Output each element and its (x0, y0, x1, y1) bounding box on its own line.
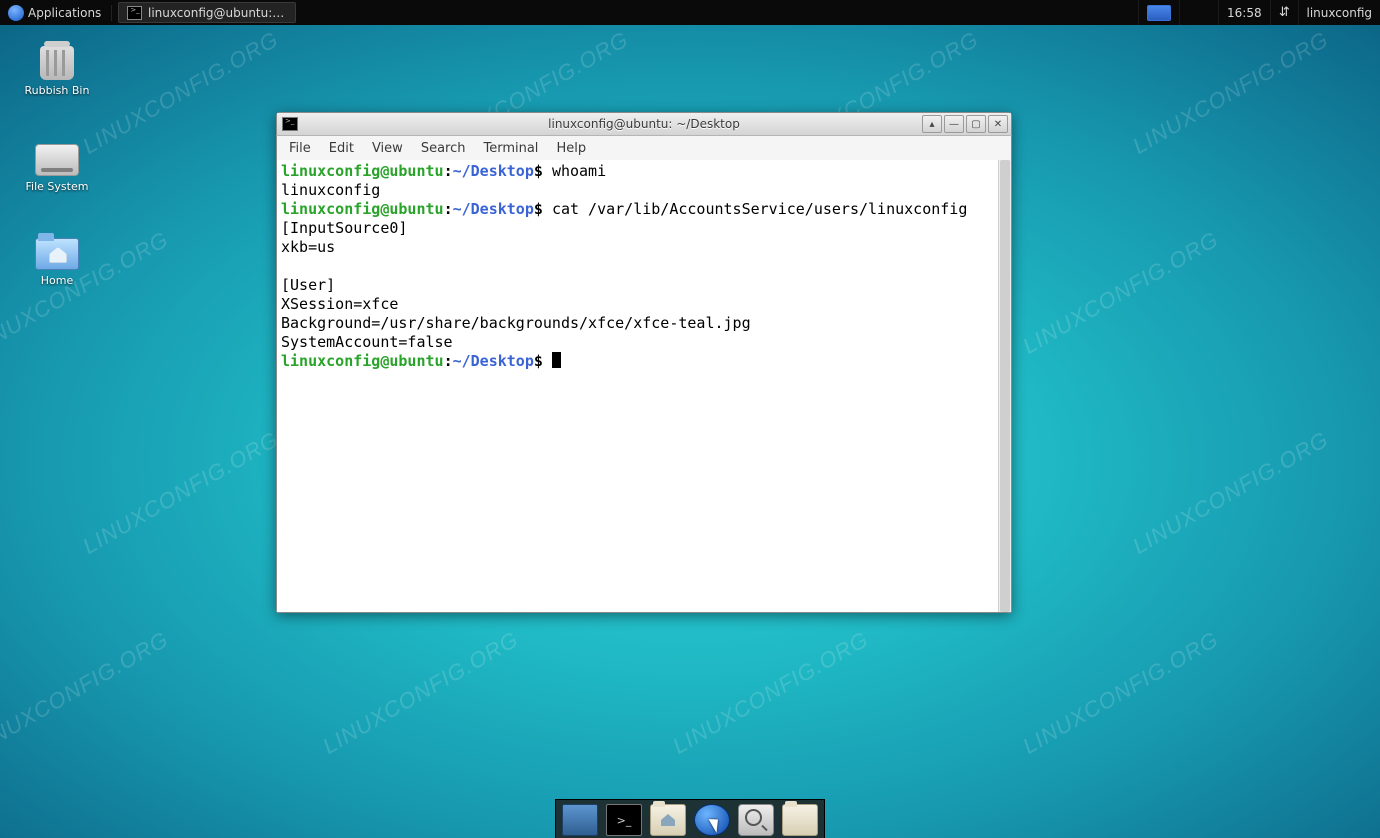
dock-terminal[interactable] (606, 804, 642, 836)
taskbar-window-title: linuxconfig@ubuntu: ~/... (148, 6, 287, 20)
system-tray: 16:58 ⇅ linuxconfig (1138, 0, 1380, 25)
xfce-logo-icon (8, 5, 24, 21)
network-indicator[interactable]: ⇅ (1270, 0, 1298, 25)
dock-web-browser[interactable] (694, 804, 730, 836)
desktop-icon-home[interactable]: Home (12, 238, 102, 287)
dock-show-desktop[interactable] (562, 804, 598, 836)
menu-file[interactable]: File (281, 138, 319, 159)
menu-search[interactable]: Search (413, 138, 474, 159)
terminal-content: linuxconfig@ubuntu:~/Desktop$ whoami lin… (277, 160, 1011, 373)
desktop-icon-label: Home (12, 274, 102, 287)
dock-directory[interactable] (782, 804, 818, 836)
network-icon: ⇅ (1279, 5, 1290, 20)
terminal-body[interactable]: linuxconfig@ubuntu:~/Desktop$ whoami lin… (276, 160, 1012, 613)
menu-edit[interactable]: Edit (321, 138, 362, 159)
terminal-output: xkb=us (281, 238, 335, 256)
terminal-cmd: whoami (552, 162, 606, 180)
workspace-switcher[interactable] (1138, 0, 1179, 25)
terminal-output: [InputSource0] (281, 219, 407, 237)
drive-icon (35, 144, 79, 176)
applications-menu-button[interactable]: Applications (0, 0, 109, 25)
home-folder-icon (35, 238, 79, 270)
terminal-output: XSession=xfce (281, 295, 398, 313)
desktop-icon-label: Rubbish Bin (12, 84, 102, 97)
terminal-cmd: cat /var/lib/AccountsService/users/linux… (552, 200, 967, 218)
dock-file-manager[interactable] (650, 804, 686, 836)
window-minimize-button[interactable]: — (944, 115, 964, 133)
menu-view[interactable]: View (364, 138, 411, 159)
scrollbar-thumb[interactable] (1000, 160, 1010, 612)
menu-help[interactable]: Help (548, 138, 594, 159)
terminal-scrollbar[interactable] (998, 160, 1011, 612)
terminal-cursor (552, 352, 561, 368)
workspace-icon (1147, 5, 1171, 21)
trash-icon (40, 46, 74, 80)
tray-spacer (1179, 0, 1218, 25)
desktop-icon-filesystem[interactable]: File System (12, 144, 102, 193)
window-close-button[interactable]: ✕ (988, 115, 1008, 133)
window-maximize-button[interactable]: ▢ (966, 115, 986, 133)
terminal-output: linuxconfig (281, 181, 380, 199)
dock-app-finder[interactable] (738, 804, 774, 836)
terminal-output: Background=/usr/share/backgrounds/xfce/x… (281, 314, 751, 332)
window-title: linuxconfig@ubuntu: ~/Desktop (277, 117, 1011, 131)
terminal-output: [User] (281, 276, 335, 294)
menu-terminal[interactable]: Terminal (475, 138, 546, 159)
panel-separator (111, 5, 112, 21)
top-panel: Applications linuxconfig@ubuntu: ~/... 1… (0, 0, 1380, 25)
desktop-icon-trash[interactable]: Rubbish Bin (12, 46, 102, 97)
bottom-dock (555, 799, 825, 838)
window-menubar: File Edit View Search Terminal Help (276, 136, 1012, 160)
desktop-icon-label: File System (12, 180, 102, 193)
window-shade-button[interactable]: ▴ (922, 115, 942, 133)
window-titlebar[interactable]: linuxconfig@ubuntu: ~/Desktop ▴ — ▢ ✕ (276, 112, 1012, 136)
user-menu[interactable]: linuxconfig (1298, 0, 1380, 25)
desktop-background[interactable]: LINUXCONFIG.ORG LINUXCONFIG.ORG LINUXCON… (0, 0, 1380, 838)
terminal-icon (127, 6, 142, 20)
applications-label: Applications (28, 6, 101, 20)
clock[interactable]: 16:58 (1218, 0, 1270, 25)
taskbar-window-button[interactable]: linuxconfig@ubuntu: ~/... (118, 2, 296, 23)
terminal-window: linuxconfig@ubuntu: ~/Desktop ▴ — ▢ ✕ Fi… (276, 112, 1012, 613)
terminal-output: SystemAccount=false (281, 333, 453, 351)
terminal-icon (282, 117, 298, 131)
